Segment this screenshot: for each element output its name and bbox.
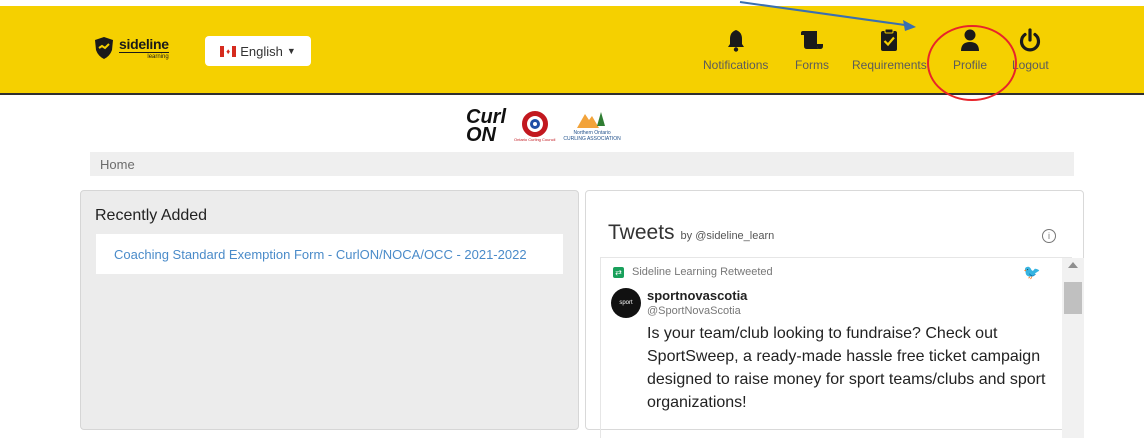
nav-requirements[interactable]: Requirements [852, 28, 927, 72]
recent-form-link[interactable]: Coaching Standard Exemption Form - CurlO… [114, 247, 527, 262]
tweets-title: Tweets [608, 221, 675, 244]
top-navbar: sideline learning ♦ English ▼ Notificati… [0, 6, 1144, 95]
sideline-logo[interactable]: sideline learning [93, 36, 169, 60]
info-icon[interactable]: i [1042, 229, 1056, 243]
tweet-author-name[interactable]: sportnovascotia [647, 288, 747, 303]
nav-forms-label: Forms [795, 58, 829, 72]
caret-down-icon: ▼ [286, 46, 296, 56]
curlon-logo: Curl ON [466, 106, 506, 146]
list-item: Coaching Standard Exemption Form - CurlO… [96, 234, 563, 274]
language-label: English [240, 43, 283, 59]
nav-requirements-label: Requirements [852, 58, 927, 72]
brand-tagline: learning [119, 51, 169, 60]
scrollbar-thumb[interactable] [1064, 282, 1082, 314]
nav-logout[interactable]: Logout [1012, 28, 1049, 72]
partner-logos: Curl ON Ontario Curling Council Northern… [466, 106, 621, 146]
twitter-bird-icon[interactable]: 🐦 [1023, 264, 1040, 281]
scroll-icon [801, 31, 823, 49]
recently-added-title: Recently Added [95, 207, 208, 224]
scroll-up-arrow-icon[interactable] [1068, 262, 1078, 268]
language-dropdown[interactable]: ♦ English ▼ [205, 36, 311, 66]
ontario-curling-council-logo: Ontario Curling Council [514, 110, 555, 142]
power-icon [1020, 28, 1041, 52]
retweet-label: Sideline Learning Retweeted [632, 266, 773, 278]
user-icon [961, 29, 979, 51]
nav-profile[interactable]: Profile [953, 28, 987, 72]
tweets-by[interactable]: by @sideline_learn [681, 230, 775, 242]
nav-forms[interactable]: Forms [795, 28, 829, 72]
avatar[interactable]: sport [611, 288, 641, 318]
nav-notifications-label: Notifications [703, 58, 769, 72]
retweet-icon: ⇄ [613, 266, 624, 278]
clipboard-check-icon [881, 28, 898, 51]
breadcrumb: Home [90, 152, 1074, 176]
tweet-text: Is your team/club looking to fundraise? … [647, 325, 1046, 411]
noca-emblem-icon [577, 112, 606, 128]
brand-name: sideline [119, 35, 169, 52]
shield-icon [95, 37, 113, 59]
nav-logout-label: Logout [1012, 58, 1049, 72]
tweets-panel: Tweets by @sideline_learn i ⇄ Sideline L… [585, 190, 1084, 438]
nav-profile-label: Profile [953, 58, 988, 72]
tweet-timeline: ⇄ Sideline Learning Retweeted 🐦 sport sp… [600, 257, 1084, 438]
recently-added-panel: Recently Added Coaching Standard Exempti… [80, 190, 579, 430]
scrollbar[interactable] [1062, 258, 1084, 438]
breadcrumb-home[interactable]: Home [100, 157, 135, 172]
bell-icon [727, 30, 744, 52]
canada-flag-icon: ♦ [220, 45, 237, 57]
noca-logo: Northern Ontario CURLING ASSOCIATION [563, 110, 621, 142]
nav-notifications[interactable]: Notifications [703, 28, 768, 72]
tweet-author-handle[interactable]: @SportNovaScotia [647, 305, 741, 317]
